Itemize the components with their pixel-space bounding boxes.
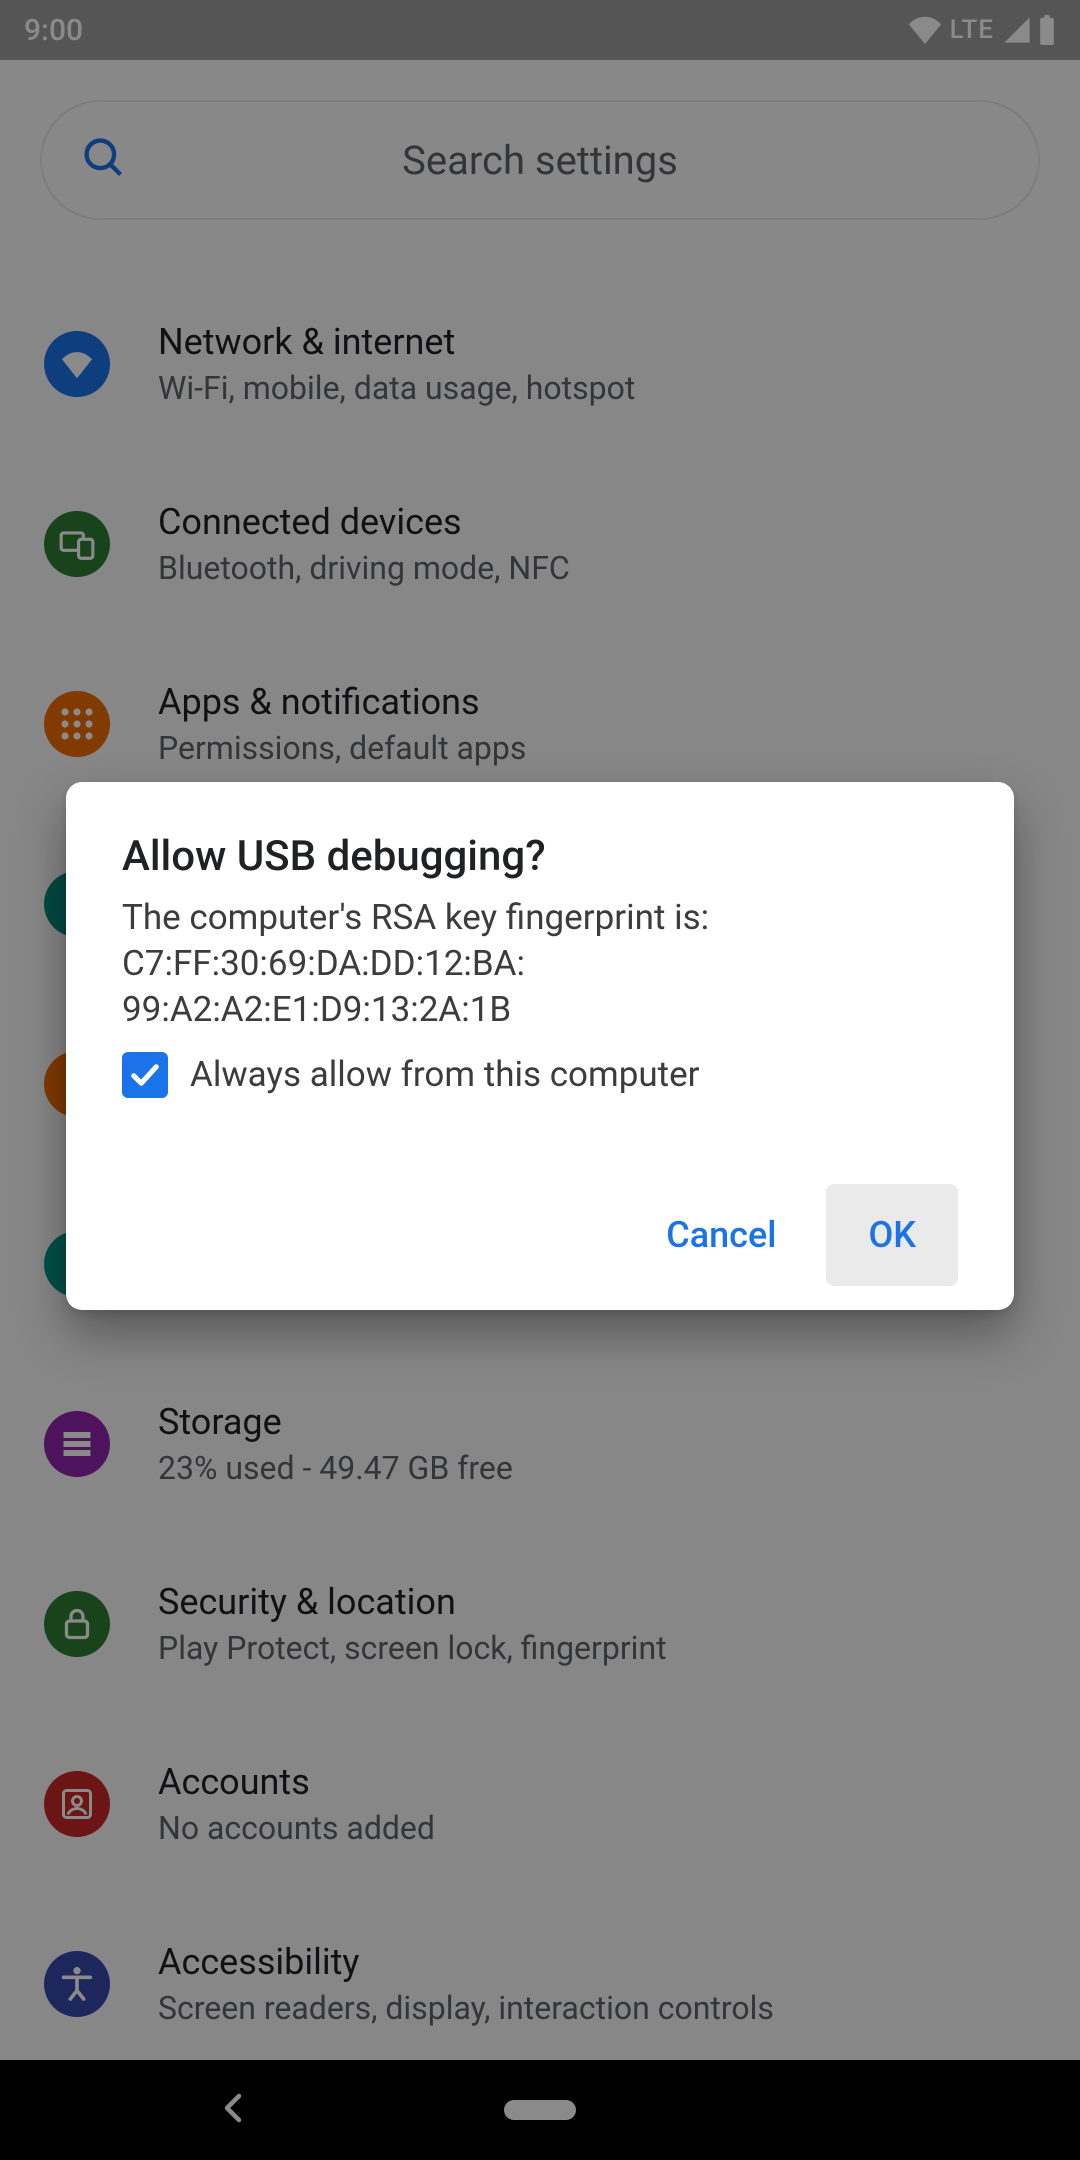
usb-debugging-dialog: Allow USB debugging? The computer's RSA … [66,782,1014,1310]
fingerprint-line2: 99:A2:A2:E1:D9:13:2A:1B [122,989,511,1030]
cancel-button[interactable]: Cancel [630,1184,812,1286]
dialog-title: Allow USB debugging? [122,832,958,881]
always-allow-label: Always allow from this computer [190,1054,700,1095]
ok-button[interactable]: OK [826,1184,958,1286]
fingerprint-line1: C7:FF:30:69:DA:DD:12:BA: [122,943,525,984]
dialog-actions: Cancel OK [122,1184,958,1286]
always-allow-row[interactable]: Always allow from this computer [122,1052,958,1098]
checkmark-icon [127,1057,163,1093]
dialog-body-intro: The computer's RSA key fingerprint is: [122,897,709,938]
dialog-body: The computer's RSA key fingerprint is: C… [122,895,958,1034]
always-allow-checkbox[interactable] [122,1052,168,1098]
